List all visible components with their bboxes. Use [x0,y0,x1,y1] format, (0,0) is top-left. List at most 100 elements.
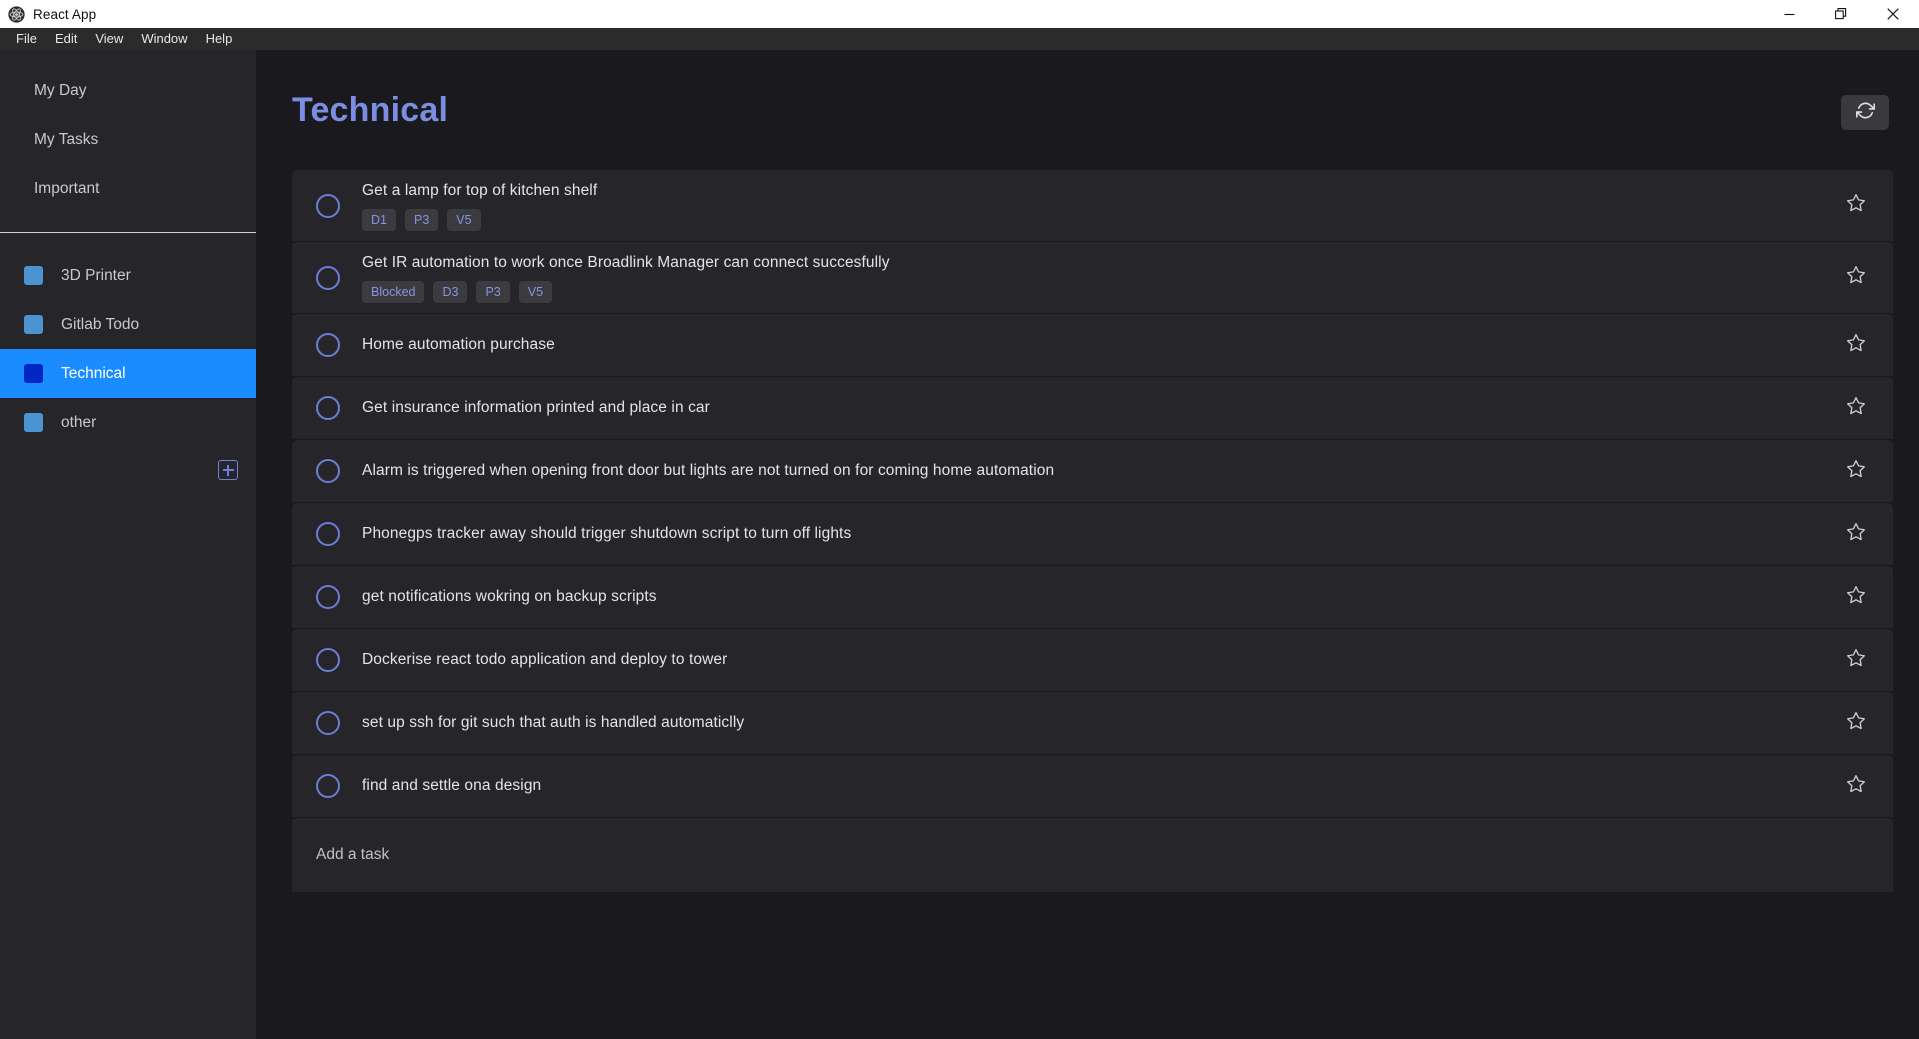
sidebar-item-important[interactable]: Important [0,164,256,213]
sidebar-item-gitlab-todo[interactable]: Gitlab Todo [0,300,256,349]
task-complete-checkbox[interactable] [316,648,340,672]
sidebar-item-label: Gitlab Todo [61,315,140,333]
sidebar-item-3d-printer[interactable]: 3D Printer [0,251,256,300]
main-panel: Technical Get a lamp for top of kitchen … [256,50,1919,1039]
task-complete-checkbox[interactable] [316,333,340,357]
star-icon [1846,522,1866,547]
task-tag[interactable]: V5 [518,281,553,303]
task-tag[interactable]: D1 [362,209,396,231]
star-icon [1846,265,1866,290]
add-task-input[interactable] [316,846,1767,864]
sidebar-list-group: 3D Printer Gitlab Todo Technical other [0,233,256,447]
star-icon [1846,396,1866,421]
task-star-button[interactable] [1841,519,1871,549]
task-row[interactable]: get notifications wokring on backup scri… [292,566,1893,629]
menu-item-edit[interactable]: Edit [46,28,86,50]
sidebar-item-other[interactable]: other [0,398,256,447]
task-body: set up ssh for git such that auth is han… [362,702,1841,744]
window-titlebar: React App [0,0,1919,28]
task-title: Get IR automation to work once Broadlink… [362,254,890,271]
task-row[interactable]: Get IR automation to work once Broadlink… [292,242,1893,314]
task-row[interactable]: find and settle ona design [292,755,1893,818]
task-tags: D1 P3 V5 [362,209,1841,231]
task-body: get notifications wokring on backup scri… [362,576,1841,618]
task-tag[interactable]: P3 [404,209,439,231]
sidebar-item-label: other [61,413,97,431]
list-color-swatch-icon [24,315,43,334]
close-button[interactable] [1867,0,1919,28]
task-complete-checkbox[interactable] [316,711,340,735]
task-title: set up ssh for git such that auth is han… [362,714,745,731]
task-tag[interactable]: Blocked [362,281,425,303]
sidebar-item-label: Important [34,179,100,197]
task-title: get notifications wokring on backup scri… [362,588,657,605]
task-row[interactable]: Home automation purchase [292,314,1893,377]
main-header: Technical [256,50,1919,170]
sidebar: My Day My Tasks Important 3D Printer Git… [0,50,256,1039]
task-complete-checkbox[interactable] [316,585,340,609]
task-star-button[interactable] [1841,582,1871,612]
task-complete-checkbox[interactable] [316,522,340,546]
task-complete-checkbox[interactable] [316,193,340,218]
menu-item-view[interactable]: View [86,28,132,50]
task-row[interactable]: Get insurance information printed and pl… [292,377,1893,440]
window-title: React App [33,6,97,22]
menu-item-help[interactable]: Help [197,28,242,50]
task-tag[interactable]: V5 [447,209,481,231]
task-complete-checkbox[interactable] [316,774,340,798]
window-controls [1763,0,1919,28]
task-tag[interactable]: D3 [433,281,468,303]
task-tags: Blocked D3 P3 V5 [362,281,1841,303]
task-star-button[interactable] [1841,708,1871,738]
sidebar-item-label: 3D Printer [61,266,131,284]
refresh-icon [1855,101,1875,125]
minimize-button[interactable] [1763,0,1815,28]
task-complete-checkbox[interactable] [316,265,340,290]
task-list[interactable]: Get a lamp for top of kitchen shelf D1 P… [256,170,1919,1039]
task-star-button[interactable] [1841,191,1871,221]
task-star-button[interactable] [1841,330,1871,360]
star-icon [1846,459,1866,484]
task-row[interactable]: Alarm is triggered when opening front do… [292,440,1893,503]
task-row[interactable]: set up ssh for git such that auth is han… [292,692,1893,755]
star-icon [1846,774,1866,799]
sidebar-item-technical[interactable]: Technical [0,349,256,398]
task-complete-checkbox[interactable] [316,459,340,483]
sidebar-item-label: My Tasks [34,130,99,148]
page-title: Technical [292,91,449,129]
task-star-button[interactable] [1841,771,1871,801]
task-row[interactable]: Dockerise react todo application and dep… [292,629,1893,692]
task-star-button[interactable] [1841,263,1871,293]
task-title: Phonegps tracker away should trigger shu… [362,525,852,542]
star-icon [1846,648,1866,673]
task-body: Alarm is triggered when opening front do… [362,450,1841,492]
task-row[interactable]: Phonegps tracker away should trigger shu… [292,503,1893,566]
task-star-button[interactable] [1841,645,1871,675]
task-row[interactable]: Get a lamp for top of kitchen shelf D1 P… [292,170,1893,242]
maximize-button[interactable] [1815,0,1867,28]
star-icon [1846,585,1866,610]
task-body: Get a lamp for top of kitchen shelf D1 P… [362,170,1841,241]
add-list-row [0,447,256,493]
task-title: Dockerise react todo application and dep… [362,651,728,668]
task-title: find and settle ona design [362,777,542,794]
refresh-button[interactable] [1841,95,1889,130]
task-title: Get insurance information printed and pl… [362,399,710,416]
task-complete-checkbox[interactable] [316,396,340,420]
sidebar-item-my-day[interactable]: My Day [0,66,256,115]
titlebar-left: React App [0,5,97,23]
menu-item-file[interactable]: File [7,28,46,50]
task-body: Get IR automation to work once Broadlink… [362,242,1841,313]
task-star-button[interactable] [1841,393,1871,423]
close-icon [1887,8,1899,20]
add-task-row[interactable] [292,818,1893,892]
star-icon [1846,711,1866,736]
menu-item-window[interactable]: Window [132,28,196,50]
sidebar-item-my-tasks[interactable]: My Tasks [0,115,256,164]
task-tag[interactable]: P3 [476,281,510,303]
task-star-button[interactable] [1841,456,1871,486]
task-title: Get a lamp for top of kitchen shelf [362,182,598,199]
plus-square-icon[interactable] [218,460,238,480]
list-color-swatch-icon [24,413,43,432]
star-icon [1846,333,1866,358]
